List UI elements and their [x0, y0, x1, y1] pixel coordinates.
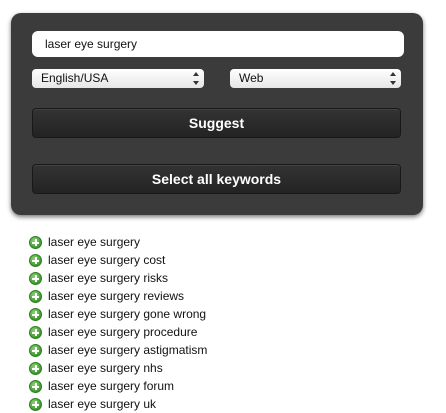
list-item[interactable]: laser eye surgery astigmatism — [29, 341, 207, 359]
keyword-label: laser eye surgery reviews — [48, 289, 185, 303]
language-select-value: English/USA — [41, 71, 109, 85]
list-item[interactable]: laser eye surgery forum — [29, 377, 207, 395]
select-arrows-icon — [388, 72, 397, 85]
keyword-list: laser eye surgery laser eye surgery cost… — [29, 233, 207, 413]
select-all-keywords-button[interactable]: Select all keywords — [32, 164, 401, 194]
plus-circle-icon[interactable] — [29, 289, 42, 303]
source-select-value: Web — [239, 71, 264, 85]
plus-circle-icon[interactable] — [29, 379, 42, 393]
keyword-tool-panel: English/USA Web Suggest Select all keywo… — [11, 13, 423, 215]
list-item[interactable]: laser eye surgery procedure — [29, 323, 207, 341]
list-item[interactable]: laser eye surgery reviews — [29, 287, 207, 305]
plus-circle-icon[interactable] — [29, 271, 42, 285]
keyword-label: laser eye surgery risks — [48, 271, 169, 285]
plus-circle-icon[interactable] — [29, 325, 42, 339]
language-select[interactable]: English/USA — [32, 69, 204, 88]
keyword-label: laser eye surgery uk — [48, 397, 157, 411]
plus-circle-icon[interactable] — [29, 235, 42, 249]
plus-circle-icon[interactable] — [29, 343, 42, 357]
plus-circle-icon[interactable] — [29, 397, 42, 411]
list-item[interactable]: laser eye surgery cost — [29, 251, 207, 269]
source-select[interactable]: Web — [230, 69, 401, 88]
plus-circle-icon[interactable] — [29, 307, 42, 321]
keyword-label: laser eye surgery astigmatism — [48, 343, 208, 357]
list-item[interactable]: laser eye surgery gone wrong — [29, 305, 207, 323]
keyword-label: laser eye surgery cost — [48, 253, 166, 267]
keyword-label: laser eye surgery forum — [48, 379, 175, 393]
suggest-button[interactable]: Suggest — [32, 108, 401, 138]
plus-circle-icon[interactable] — [29, 361, 42, 375]
plus-circle-icon[interactable] — [29, 253, 42, 267]
keyword-label: laser eye surgery procedure — [48, 325, 198, 339]
list-item[interactable]: laser eye surgery — [29, 233, 207, 251]
list-item[interactable]: laser eye surgery nhs — [29, 359, 207, 377]
keyword-label: laser eye surgery gone wrong — [48, 307, 207, 321]
keyword-label: laser eye surgery nhs — [48, 361, 163, 375]
search-input[interactable] — [32, 31, 404, 57]
keyword-label: laser eye surgery — [48, 235, 141, 249]
list-item[interactable]: laser eye surgery risks — [29, 269, 207, 287]
list-item[interactable]: laser eye surgery uk — [29, 395, 207, 413]
select-arrows-icon — [191, 72, 200, 85]
